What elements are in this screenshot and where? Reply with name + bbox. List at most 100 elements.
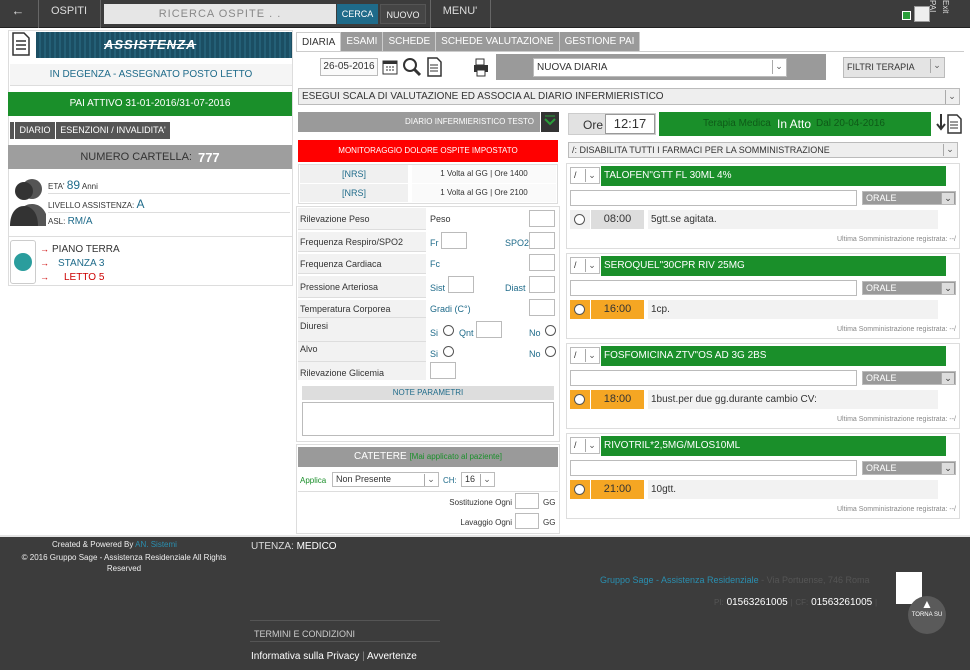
peso-input[interactable] bbox=[529, 210, 555, 227]
sist-input[interactable] bbox=[448, 276, 474, 293]
torna-su-button[interactable]: ▲ TORNA SU bbox=[908, 596, 946, 634]
pai-button[interactable]: PAI bbox=[928, 0, 937, 28]
drug-dose-select[interactable]: / ⌄ bbox=[570, 437, 600, 454]
degenza-status: IN DEGENZA - ASSEGNATO POSTO LETTO bbox=[10, 64, 292, 86]
ore-input[interactable]: 12:17 bbox=[605, 114, 655, 134]
document-icon[interactable] bbox=[426, 57, 442, 77]
drug-via-select[interactable]: ORALE ⌄ bbox=[862, 191, 956, 205]
termini-link[interactable]: TERMINI E CONDIZIONI bbox=[254, 629, 355, 639]
calendar-icon[interactable] bbox=[381, 58, 399, 76]
qnt-input[interactable] bbox=[476, 321, 502, 338]
ultima-somministrazione: Ultima Somministrazione registrata: --/ bbox=[836, 416, 956, 423]
filtri-terapia-select[interactable]: FILTRI TERAPIA ⌄ bbox=[843, 57, 945, 78]
cartella-label: NUMERO CARTELLA: bbox=[80, 151, 192, 163]
drug-note-input[interactable] bbox=[570, 460, 857, 476]
download-icon[interactable] bbox=[936, 112, 946, 134]
search-icon[interactable] bbox=[402, 57, 422, 77]
divider bbox=[250, 641, 440, 642]
expand-icon[interactable] bbox=[541, 112, 559, 132]
nuovo-button[interactable]: NUOVO bbox=[380, 4, 426, 24]
nuova-diaria-select[interactable]: NUOVA DIARIA ⌄ bbox=[533, 58, 787, 77]
drug-somministra-radio[interactable] bbox=[574, 304, 585, 315]
gradi-label: Gradi (C°) bbox=[430, 304, 471, 314]
lavaggio-input[interactable] bbox=[515, 513, 539, 529]
search-input[interactable]: RICERCA OSPITE . . bbox=[104, 4, 336, 24]
privacy-link[interactable]: Informativa sulla Privacy bbox=[251, 651, 359, 662]
cartella-bar: NUMERO CARTELLA: 777 bbox=[8, 145, 292, 169]
ospiti-button[interactable]: OSPITI bbox=[44, 0, 94, 28]
temperatura-input[interactable] bbox=[529, 299, 555, 316]
drug-via-select[interactable]: ORALE ⌄ bbox=[862, 371, 956, 385]
scala-valutazione-select[interactable]: ESEGUI SCALA DI VALUTAZIONE ED ASSOCIA A… bbox=[298, 88, 960, 105]
drug-note-input[interactable] bbox=[570, 190, 857, 206]
drug-note-input[interactable] bbox=[570, 280, 857, 296]
date-input[interactable]: 26-05-2016 bbox=[320, 58, 378, 76]
asl-label: ASL: bbox=[48, 217, 66, 226]
divider bbox=[490, 0, 491, 28]
back-button[interactable]: ← bbox=[6, 0, 30, 28]
chevron-down-icon: ⌄ bbox=[943, 144, 956, 156]
tab-esenzioni[interactable]: ESENZIONI / INVALIDITA' bbox=[56, 122, 170, 139]
catetere-header: CATETERE [Mai applicato al paziente] bbox=[298, 447, 558, 467]
tab-esami[interactable]: ESAMI bbox=[341, 32, 384, 51]
drug-somministra-radio[interactable] bbox=[574, 394, 585, 405]
ch-select[interactable]: 16 ⌄ bbox=[461, 472, 495, 487]
address-company[interactable]: Gruppo Sage - Assistenza Residenziale bbox=[600, 575, 759, 585]
disabilita-farmaci-select[interactable]: /: DISABILITA TUTTI I FARMACI PER LA SOM… bbox=[568, 142, 958, 158]
address: Gruppo Sage - Assistenza Residenziale - … bbox=[600, 575, 870, 585]
fr-label: Fr bbox=[430, 238, 439, 248]
diuresi-no-radio[interactable] bbox=[545, 325, 556, 336]
note-parametri-textarea[interactable] bbox=[302, 402, 554, 436]
pai-status: PAI ATTIVO 31-01-2016/31-07-2016 bbox=[8, 92, 292, 116]
fc-input[interactable] bbox=[529, 254, 555, 271]
alvo-si-radio[interactable] bbox=[443, 346, 454, 357]
copyright: © 2016 Gruppo Sage - Assistenza Residenz… bbox=[4, 552, 244, 574]
tab-diario[interactable]: DIARIO bbox=[15, 122, 55, 139]
tab-gestione-pai[interactable]: GESTIONE PAI bbox=[559, 32, 641, 51]
sist-label: Sist bbox=[430, 283, 446, 293]
drug-somministra-radio[interactable] bbox=[574, 214, 585, 225]
terapia-dal: Dal 20-04-2016 bbox=[816, 118, 885, 129]
document-icon[interactable] bbox=[946, 114, 962, 134]
drug-via-select[interactable]: ORALE ⌄ bbox=[862, 281, 956, 295]
exit-button[interactable]: Exit bbox=[940, 0, 950, 28]
spo2-input[interactable] bbox=[529, 232, 555, 249]
nrs-tag[interactable]: [NRS] bbox=[300, 165, 408, 183]
drug-via-select[interactable]: ORALE ⌄ bbox=[862, 461, 956, 475]
drug-sel-value: / bbox=[574, 440, 577, 450]
drug-dose-select[interactable]: / ⌄ bbox=[570, 257, 600, 274]
chevron-down-icon: ⌄ bbox=[585, 259, 598, 272]
cf-label: CF: bbox=[795, 598, 809, 607]
nrs-tag[interactable]: [NRS] bbox=[300, 184, 408, 202]
ultima-somministrazione: Ultima Somministrazione registrata: --/ bbox=[836, 506, 956, 513]
drug-dose-select[interactable]: / ⌄ bbox=[570, 347, 600, 364]
ch-value: 16 bbox=[465, 474, 476, 484]
plus-icon[interactable] bbox=[902, 11, 911, 20]
piva-row: PI: 01563261005 | CF: 01563261005 | bbox=[714, 597, 878, 608]
utenza-label: UTENZA: bbox=[251, 541, 294, 552]
fr-input[interactable] bbox=[441, 232, 467, 249]
drug-note-input[interactable] bbox=[570, 370, 857, 386]
pi-value: 01563261005 bbox=[726, 597, 788, 608]
glicemia-input[interactable] bbox=[430, 362, 456, 379]
drug-somministra-radio[interactable] bbox=[574, 484, 585, 495]
avvertenze-link[interactable]: Avvertenze bbox=[367, 651, 417, 662]
drug-dose-select[interactable]: / ⌄ bbox=[570, 167, 600, 184]
tab-schede-valutazione[interactable]: SCHEDE VALUTAZIONE bbox=[436, 32, 560, 51]
author-link[interactable]: AN. Sistemi bbox=[135, 540, 177, 549]
sostituzione-input[interactable] bbox=[515, 493, 539, 509]
catetere-stato-value: Non Presente bbox=[336, 474, 392, 484]
menu-button[interactable]: MENU' bbox=[432, 0, 488, 28]
diario-testo-button[interactable]: DIARIO INFERMIERISTICO TESTO bbox=[298, 112, 540, 132]
diuresi-si-radio[interactable] bbox=[443, 325, 454, 336]
terapia-stato: In Atto bbox=[777, 117, 812, 131]
tab-diaria[interactable]: DIARIA bbox=[296, 32, 342, 51]
copyright-prefix: © 2016 bbox=[21, 553, 48, 562]
cerca-button[interactable]: CERCA bbox=[337, 4, 378, 24]
printer-icon[interactable] bbox=[472, 57, 490, 77]
alvo-no-radio[interactable] bbox=[545, 346, 556, 357]
diast-input[interactable] bbox=[529, 276, 555, 293]
catetere-stato-select[interactable]: Non Presente ⌄ bbox=[332, 472, 439, 487]
tab-schede[interactable]: SCHEDE bbox=[383, 32, 437, 51]
spo2-label: SPO2 bbox=[505, 238, 530, 248]
